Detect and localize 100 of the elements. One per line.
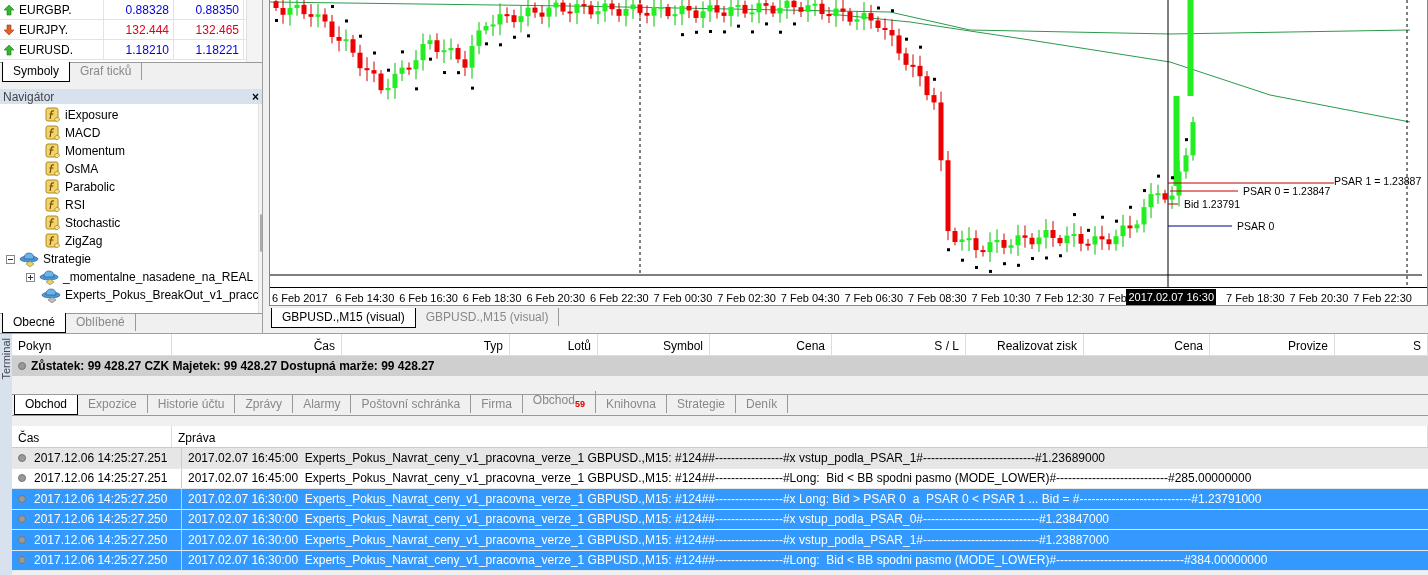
axis-label: 6 Feb 16:30 [399,291,458,305]
log-row[interactable]: 2017.12.06 14:25:27.251 2017.02.07 16:45:00 Experts_Pokus_Navrat_ceny_v1_pracovna_verze_1 GBPUSD.,M15: #124##-----------------#x vstup_podla_PSAR_1#----------------------------#1.23689000 [12,448,1428,469]
axis-label: 7 Feb 08:30 [908,291,967,305]
function-icon [45,161,61,177]
axis-label: 7 Feb 22:30 [1353,291,1412,305]
column-header[interactable]: Realizovat zisk [966,334,1084,355]
axis-label: 7 Feb 12:30 [1035,291,1094,305]
chart-label: PSAR 0 [1237,220,1275,232]
log-time: 2017.12.06 14:25:27.251 [34,470,168,488]
tab[interactable]: Symboly [2,62,70,82]
log-time: 2017.12.06 14:25:27.250 [34,511,168,529]
status-icon [18,453,26,462]
price-value: 1.18221 [174,40,244,59]
column-header[interactable]: Symbol [598,334,710,355]
axis-label: 7 Feb 06:30 [844,291,904,305]
chart-label: Bid 1.23791 [1184,198,1241,210]
column-header[interactable]: Pokyn [12,334,172,355]
axis-label: 7 Feb 02:30 [717,291,776,305]
function-icon [45,215,61,231]
price-value: 0.88350 [174,0,244,19]
tab[interactable]: Obecné [2,313,67,333]
symbol-name[interactable]: EURUSD. [19,40,73,59]
axis-label: 7 Feb 10:30 [971,291,1031,305]
log-time: 2017.12.06 14:25:27.251 [34,449,168,467]
tab[interactable]: Obchod$_{59}$ [522,390,596,413]
function-icon [45,197,61,213]
column-header[interactable]: S / L [832,334,966,355]
price-value: 132.444 [104,20,174,39]
axis-label: 7 Feb 04:30 [780,291,840,305]
log-row[interactable] [12,468,1428,489]
log-time: 2017.12.06 14:25:27.250 [34,552,168,570]
collapse-icon[interactable] [6,254,15,264]
column-header[interactable]: Čas [172,334,342,355]
column-header[interactable]: Cena [710,334,832,355]
column-header[interactable]: Cena [1084,334,1210,355]
tree-item[interactable]: ZigZag [65,232,103,250]
status-icon [18,515,26,524]
status-icon [18,474,26,483]
symbol-name[interactable]: EURJPY. [19,20,69,39]
log-message: 2017.02.07 16:45:00 Experts_Pokus_Navrat_ceny_v1_pracovna_verze_1 GBPUSD.,M15: #124##-----------------#x vstup_podla_PSAR_1#----------------------------#1.23689000 [188,450,1105,465]
axis-label: 6 Feb 18:30 [462,291,522,305]
axis-label: 6 Feb 20:30 [526,291,586,305]
tab[interactable]: GBPUSD.,M15 (visual) [271,308,416,328]
status-icon [18,494,26,503]
axis-label: 6 Feb 22:30 [590,291,649,305]
column-header[interactable]: Provize [1210,334,1335,355]
tree-item[interactable]: RSI [65,196,85,214]
symbol-name[interactable]: EURGBP. [19,0,72,19]
tree-item[interactable]: iExposure [65,106,119,124]
axis-label: 7 Feb 00:30 [653,291,713,305]
level-line [1169,190,1239,192]
panel-title: Navigátor [3,88,55,106]
column-header[interactable]: Čas [12,426,172,447]
log-message: 2017.02.07 16:30:00 Experts_Pokus_Navrat_ceny_v1_pracovna_verze_1 GBPUSD.,M15: #124##-----------------#x vstup_podla_PSAR_0#-----------------------------#1.23847000 [188,512,1109,527]
column-header[interactable]: Zpráva [172,426,1428,447]
tab[interactable]: Obchod [14,395,79,415]
function-icon [45,125,61,141]
tree-item[interactable]: OsMA [65,160,99,178]
level-line [1167,203,1179,205]
axis-label: 7 Feb [1098,291,1127,305]
axis-label: 7 Feb 18:30 [1226,291,1285,305]
crosshair-label: 2017.02.07 16:30 [1126,289,1217,305]
scrollbar[interactable] [258,104,262,313]
tree-item[interactable]: MACD [65,124,101,142]
tree-item[interactable]: Parabolic [65,178,116,196]
tree-item[interactable]: Experts_Pokus_BreakOut_v1_pracc [65,286,259,304]
log-time: 2017.12.06 14:25:27.250 [34,531,168,549]
log-message: 2017.02.07 16:30:00 Experts_Pokus_Navrat_ceny_v1_pracovna_verze_1 GBPUSD.,M15: #124##-----------------#Long: Bid < BB spodni pasmo (MODE_LOWER)#--------------------------------#384.00000000 [188,553,1268,568]
function-icon [45,143,61,159]
panel-title: Terminal [0,337,13,380]
axis-label: 7 Feb 20:30 [1289,291,1349,305]
log-message: 2017.02.07 16:30:00 Experts_Pokus_Navrat_ceny_v1_pracovna_verze_1 GBPUSD.,M15: #124##-----------------#x Long: Bid > PSAR 0 a PSAR 0 < PSAR 1 ... Bid = #----------------------------#1.23791000 [188,491,1262,506]
log-message: 2017.02.07 16:30:00 Experts_Pokus_Navrat_ceny_v1_pracovna_verze_1 GBPUSD.,M15: #124##-----------------#x vstup_podla_PSAR_1#-----------------------------#1.23887000 [188,532,1109,547]
function-icon [45,107,61,123]
function-icon [45,233,61,249]
level-line [1167,225,1233,227]
price-value: 1.18210 [104,40,174,59]
scrollbar[interactable] [246,0,262,62]
tree-item[interactable]: Stochastic [65,214,121,232]
chart-label: PSAR 1 = 1.23887 [1334,175,1422,187]
status-icon [18,556,26,565]
column-header[interactable]: S [1335,334,1428,355]
price-value: 132.465 [174,20,244,39]
account-balance: Zůstatek: 99 428.27 CZK Majetek: 99 428.27 Dostupná marže: 99 428.27 [31,358,435,375]
folder-icon [39,269,59,285]
column-header[interactable]: Lotů [510,334,598,355]
log-message: 2017.02.07 16:45:00 Experts_Pokus_Navrat_ceny_v1_pracovna_verze_1 GBPUSD.,M15: #124##-----------------#Long: Bid < BB spodni pasmo (MODE_LOWER)#----------------------------#285.00000000 [188,471,1252,486]
log-time: 2017.12.06 14:25:27.250 [34,490,168,508]
status-icon [18,362,26,370]
expert-icon [41,287,61,303]
status-icon [18,535,26,544]
chart-label: PSAR 0 = 1.23847 [1243,185,1331,197]
axis-label: 6 Feb 2017 [272,291,328,305]
tree-item[interactable]: _momentalne_nasadene_na_REAL [63,268,254,286]
close-button[interactable]: × [252,87,259,106]
expand-icon[interactable] [26,272,35,282]
function-icon [45,179,61,195]
tree-item[interactable]: Strategie [43,250,92,268]
column-header[interactable]: Typ [342,334,510,355]
tree-item[interactable]: Momentum [65,142,126,160]
